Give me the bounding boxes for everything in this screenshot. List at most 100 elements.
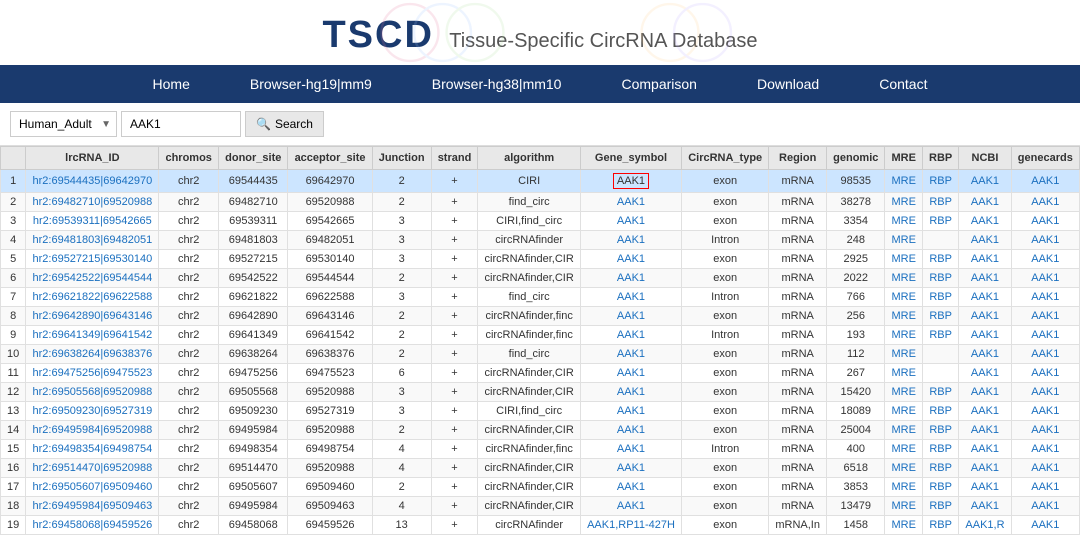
cell-genecards[interactable]: AAK1 (1011, 170, 1079, 193)
cell-genecards[interactable]: AAK1 (1011, 516, 1079, 535)
cell-id[interactable]: hr2:69544435|69642970 (26, 170, 159, 193)
table-row[interactable]: 9hr2:69641349|69641542chr269641349696415… (1, 326, 1080, 345)
cell-gene[interactable]: AAK1 (580, 250, 681, 269)
cell-rbp[interactable]: RBP (923, 170, 959, 193)
cell-mre[interactable]: MRE (885, 288, 923, 307)
cell-genecards[interactable]: AAK1 (1011, 364, 1079, 383)
cell-gene[interactable]: AAK1 (580, 170, 681, 193)
cell-genecards[interactable]: AAK1 (1011, 307, 1079, 326)
cell-rbp[interactable] (923, 345, 959, 364)
cell-rbp[interactable]: RBP (923, 421, 959, 440)
nav-browser-hg38[interactable]: Browser-hg38|mm10 (402, 65, 592, 103)
cell-ncbi[interactable]: AAK1 (959, 170, 1011, 193)
cell-rbp[interactable] (923, 364, 959, 383)
cell-mre[interactable]: MRE (885, 269, 923, 288)
cell-rbp[interactable]: RBP (923, 478, 959, 497)
cell-mre[interactable]: MRE (885, 307, 923, 326)
cell-rbp[interactable]: RBP (923, 516, 959, 535)
cell-mre[interactable]: MRE (885, 364, 923, 383)
cell-id[interactable]: hr2:69495984|69520988 (26, 421, 159, 440)
cell-gene[interactable]: AAK1 (580, 478, 681, 497)
cell-id[interactable]: hr2:69539311|69542665 (26, 212, 159, 231)
table-row[interactable]: 15hr2:69498354|69498754chr26949835469498… (1, 440, 1080, 459)
cell-mre[interactable]: MRE (885, 250, 923, 269)
cell-ncbi[interactable]: AAK1 (959, 307, 1011, 326)
cell-id[interactable]: hr2:69475256|69475523 (26, 364, 159, 383)
cell-ncbi[interactable]: AAK1 (959, 383, 1011, 402)
cell-genecards[interactable]: AAK1 (1011, 478, 1079, 497)
cell-genecards[interactable]: AAK1 (1011, 459, 1079, 478)
cell-rbp[interactable]: RBP (923, 383, 959, 402)
cell-gene[interactable]: AAK1 (580, 231, 681, 250)
cell-genecards[interactable]: AAK1 (1011, 212, 1079, 231)
cell-rbp[interactable]: RBP (923, 307, 959, 326)
cell-id[interactable]: hr2:69542522|69544544 (26, 269, 159, 288)
cell-gene[interactable]: AAK1 (580, 459, 681, 478)
cell-id[interactable]: hr2:69458068|69459526 (26, 516, 159, 535)
cell-mre[interactable]: MRE (885, 516, 923, 535)
cell-ncbi[interactable]: AAK1 (959, 345, 1011, 364)
table-row[interactable]: 10hr2:69638264|69638376chr26963826469638… (1, 345, 1080, 364)
table-row[interactable]: 12hr2:69505568|69520988chr26950556869520… (1, 383, 1080, 402)
cell-id[interactable]: hr2:69621822|69622588 (26, 288, 159, 307)
cell-rbp[interactable]: RBP (923, 459, 959, 478)
cell-ncbi[interactable]: AAK1 (959, 326, 1011, 345)
cell-id[interactable]: hr2:69482710|69520988 (26, 193, 159, 212)
cell-mre[interactable]: MRE (885, 402, 923, 421)
cell-mre[interactable]: MRE (885, 170, 923, 193)
cell-mre[interactable]: MRE (885, 421, 923, 440)
cell-ncbi[interactable]: AAK1,R (959, 516, 1011, 535)
cell-gene[interactable]: AAK1 (580, 402, 681, 421)
cell-mre[interactable]: MRE (885, 231, 923, 250)
cell-ncbi[interactable]: AAK1 (959, 440, 1011, 459)
table-row[interactable]: 6hr2:69542522|69544544chr269542522695445… (1, 269, 1080, 288)
cell-genecards[interactable]: AAK1 (1011, 288, 1079, 307)
cell-id[interactable]: hr2:69505607|69509460 (26, 478, 159, 497)
cell-id[interactable]: hr2:69509230|69527319 (26, 402, 159, 421)
cell-ncbi[interactable]: AAK1 (959, 364, 1011, 383)
table-row[interactable]: 4hr2:69481803|69482051chr269481803694820… (1, 231, 1080, 250)
cell-gene[interactable]: AAK1 (580, 364, 681, 383)
cell-ncbi[interactable]: AAK1 (959, 269, 1011, 288)
cell-mre[interactable]: MRE (885, 193, 923, 212)
cell-rbp[interactable]: RBP (923, 269, 959, 288)
table-row[interactable]: 3hr2:69539311|69542665chr269539311695426… (1, 212, 1080, 231)
cell-ncbi[interactable]: AAK1 (959, 193, 1011, 212)
cell-genecards[interactable]: AAK1 (1011, 250, 1079, 269)
cell-gene[interactable]: AAK1 (580, 345, 681, 364)
cell-ncbi[interactable]: AAK1 (959, 288, 1011, 307)
cell-gene[interactable]: AAK1 (580, 288, 681, 307)
species-select[interactable]: Human_Adult Human_Fetal Mouse_Adult Mous… (10, 111, 117, 137)
cell-gene[interactable]: AAK1 (580, 193, 681, 212)
cell-genecards[interactable]: AAK1 (1011, 231, 1079, 250)
table-row[interactable]: 19hr2:69458068|69459526chr26945806869459… (1, 516, 1080, 535)
table-row[interactable]: 8hr2:69642890|69643146chr269642890696431… (1, 307, 1080, 326)
nav-download[interactable]: Download (727, 65, 849, 103)
cell-rbp[interactable]: RBP (923, 250, 959, 269)
cell-genecards[interactable]: AAK1 (1011, 440, 1079, 459)
cell-gene[interactable]: AAK1 (580, 440, 681, 459)
table-row[interactable]: 1hr2:69544435|69642970chr269544435696429… (1, 170, 1080, 193)
table-row[interactable]: 13hr2:69509230|69527319chr26950923069527… (1, 402, 1080, 421)
nav-comparison[interactable]: Comparison (591, 65, 726, 103)
cell-id[interactable]: hr2:69505568|69520988 (26, 383, 159, 402)
table-row[interactable]: 14hr2:69495984|69520988chr26949598469520… (1, 421, 1080, 440)
table-row[interactable]: 5hr2:69527215|69530140chr269527215695301… (1, 250, 1080, 269)
table-row[interactable]: 7hr2:69621822|69622588chr269621822696225… (1, 288, 1080, 307)
cell-rbp[interactable]: RBP (923, 440, 959, 459)
search-button[interactable]: 🔍 Search (245, 111, 324, 137)
cell-genecards[interactable]: AAK1 (1011, 383, 1079, 402)
cell-mre[interactable]: MRE (885, 440, 923, 459)
cell-ncbi[interactable]: AAK1 (959, 212, 1011, 231)
cell-rbp[interactable]: RBP (923, 288, 959, 307)
table-row[interactable]: 2hr2:69482710|69520988chr269482710695209… (1, 193, 1080, 212)
cell-id[interactable]: hr2:69641349|69641542 (26, 326, 159, 345)
cell-mre[interactable]: MRE (885, 478, 923, 497)
cell-ncbi[interactable]: AAK1 (959, 459, 1011, 478)
cell-mre[interactable]: MRE (885, 326, 923, 345)
cell-mre[interactable]: MRE (885, 212, 923, 231)
cell-id[interactable]: hr2:69514470|69520988 (26, 459, 159, 478)
cell-genecards[interactable]: AAK1 (1011, 402, 1079, 421)
cell-genecards[interactable]: AAK1 (1011, 421, 1079, 440)
cell-id[interactable]: hr2:69481803|69482051 (26, 231, 159, 250)
